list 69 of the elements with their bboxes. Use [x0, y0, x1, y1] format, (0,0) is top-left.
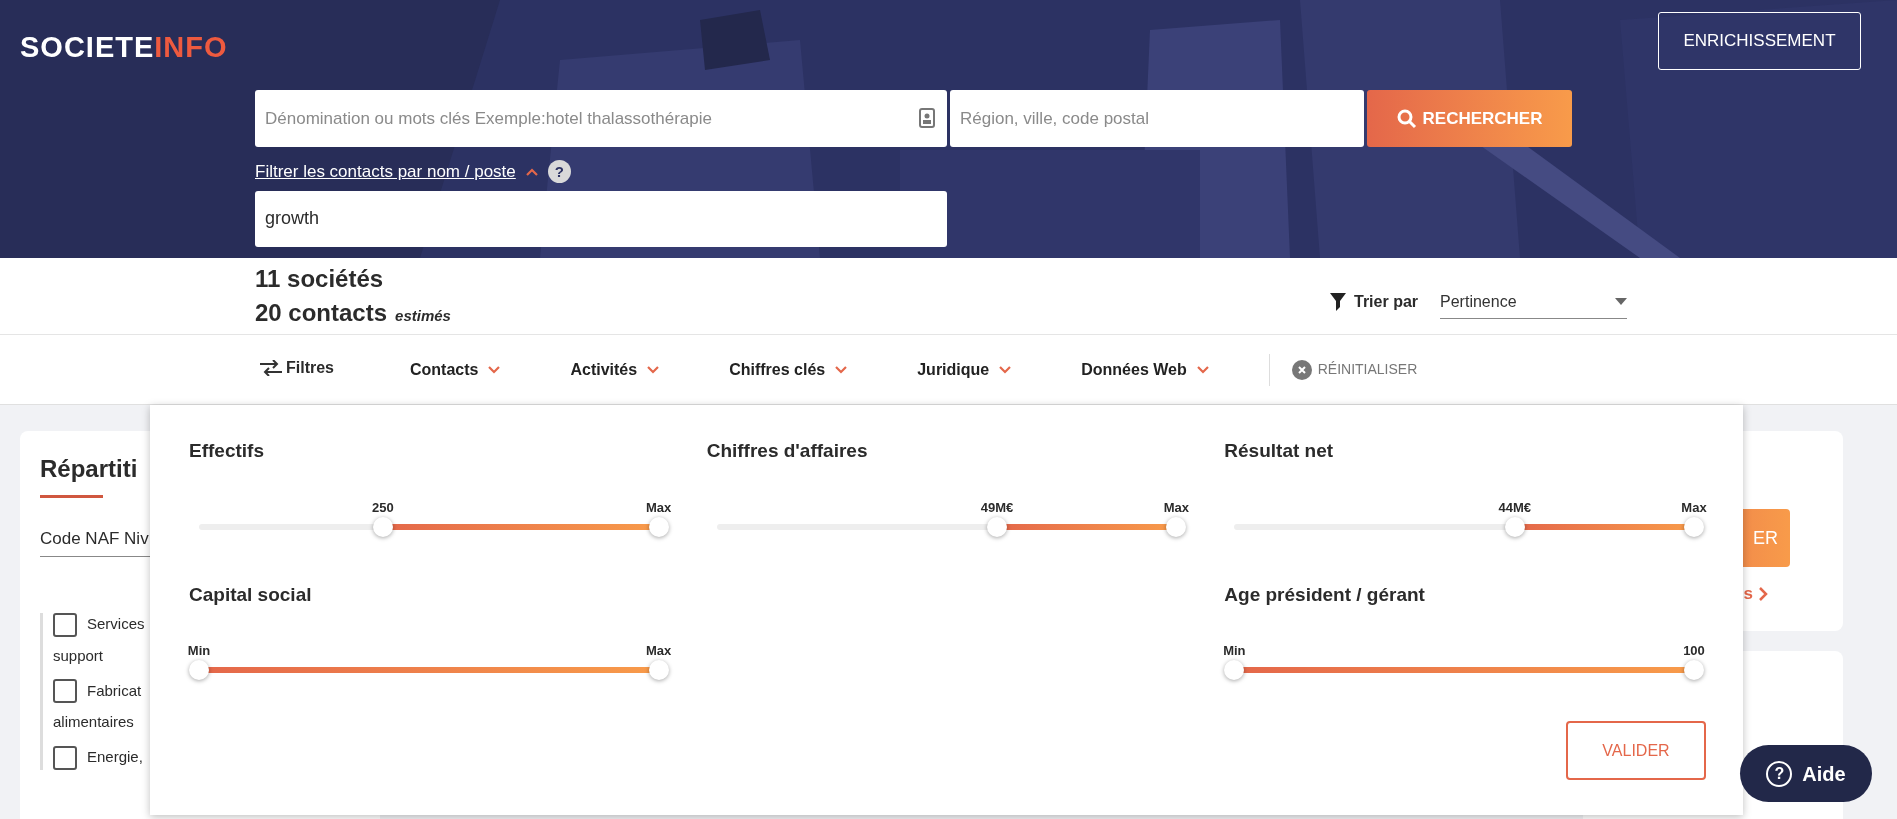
- slider-title: Effectifs: [189, 439, 265, 463]
- slider-value: Min: [187, 642, 211, 660]
- help-button[interactable]: ? Aide: [1740, 745, 1872, 802]
- slider-thumb[interactable]: [987, 516, 1008, 537]
- card-title: Répartiti: [40, 454, 139, 484]
- contact-count: 20 contacts: [255, 298, 388, 328]
- caret-icon: [999, 365, 1012, 374]
- slider-value: 44M€: [1498, 498, 1531, 517]
- location-field[interactable]: Région, ville, code postal: [950, 90, 1364, 147]
- slider-title: Chiffres d'affaires: [706, 439, 869, 463]
- slider-thumb[interactable]: [648, 516, 669, 537]
- question-icon: ?: [1766, 760, 1793, 787]
- slider-value: Max: [646, 642, 672, 660]
- sliders-icon: [260, 359, 282, 376]
- enrichment-button[interactable]: ENRICHISSEMENT: [1658, 12, 1861, 70]
- slider-title: Résultat net: [1224, 439, 1335, 463]
- caret-icon: [647, 365, 660, 374]
- funnel-icon: [1330, 293, 1346, 311]
- caret-icon: [1196, 365, 1209, 374]
- contacts-filter-field[interactable]: growth: [255, 190, 947, 247]
- slider-thumb[interactable]: [1224, 660, 1245, 680]
- caret-icon: [488, 365, 501, 374]
- category-label: Fabricat: [87, 680, 142, 701]
- category-label: support: [53, 645, 104, 666]
- slider-thumb[interactable]: [189, 660, 209, 680]
- caret-icon: [835, 365, 848, 374]
- filter-menu[interactable]: Juridique: [917, 357, 1012, 382]
- category-label: alimentaires: [53, 712, 134, 732]
- slider-title: Capital social: [189, 582, 313, 607]
- sort-select[interactable]: Pertinence: [1440, 285, 1628, 319]
- contact-card-icon: [919, 108, 935, 128]
- caret-icon: [525, 167, 538, 176]
- slider-value: 49M€: [980, 498, 1014, 517]
- estimate-note: estimés: [395, 306, 451, 326]
- logo[interactable]: SOCIETEINFO: [20, 26, 228, 70]
- filter-menu[interactable]: Contacts: [410, 357, 501, 382]
- filter-menu[interactable]: Données Web: [1081, 357, 1209, 382]
- chevron-right-icon: [1759, 586, 1768, 601]
- slider-thumb[interactable]: [1504, 516, 1525, 537]
- range-slider[interactable]: [1224, 660, 1704, 680]
- checkbox[interactable]: [53, 745, 77, 770]
- range-slider[interactable]: [189, 660, 669, 680]
- checkbox[interactable]: [53, 679, 77, 703]
- slider-thumb[interactable]: [1684, 516, 1704, 537]
- sort-label: Trier par: [1354, 292, 1419, 312]
- close-icon: [1291, 359, 1312, 380]
- category-label: Services: [87, 614, 145, 635]
- slider-value: Min: [1223, 642, 1246, 660]
- slider-thumb[interactable]: [1166, 516, 1187, 537]
- slider-value: Max: [1681, 498, 1707, 517]
- company-count: 11 sociétés: [255, 264, 385, 294]
- slider-title: Age président / gérant: [1224, 582, 1426, 607]
- slider-value: 250: [372, 498, 394, 517]
- slider-value: 100: [1683, 642, 1705, 660]
- filters-label: Filtres: [260, 355, 410, 380]
- filter-menu[interactable]: Chiffres clés: [729, 357, 848, 382]
- contacts-filter-link[interactable]: Filtrer les contacts par nom / poste: [255, 159, 516, 185]
- filter-menu[interactable]: Activités: [570, 357, 660, 382]
- slider-thumb[interactable]: [1684, 660, 1704, 680]
- dropdown-arrow-icon: [1615, 298, 1628, 305]
- slider-thumb[interactable]: [372, 516, 393, 537]
- checkbox[interactable]: [53, 612, 77, 637]
- search-icon: [1396, 108, 1417, 129]
- slider-value: Max: [646, 498, 672, 517]
- keywords-field[interactable]: Dénomination ou mots clés Exemple:hotel thalassothérapie: [255, 90, 947, 147]
- slider-value: Max: [1163, 498, 1189, 517]
- slider-thumb[interactable]: [648, 660, 669, 680]
- reset-button[interactable]: RÉINITIALISER: [1291, 359, 1418, 380]
- category-label: Energie,: [87, 747, 143, 768]
